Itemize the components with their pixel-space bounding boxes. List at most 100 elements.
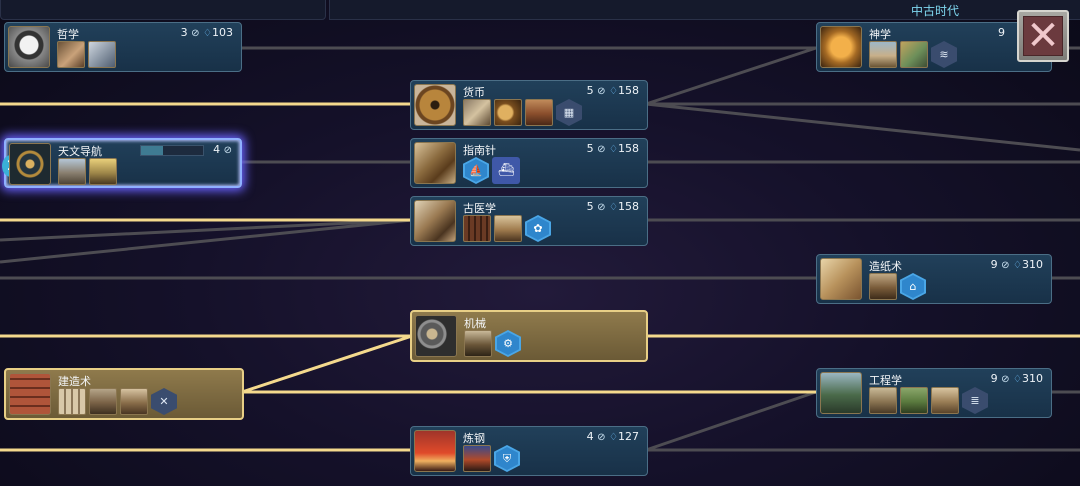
tech-cost: 310 xyxy=(1022,372,1043,385)
tech-cost: 103 xyxy=(212,26,233,39)
tech-turns: 9 xyxy=(998,26,1005,39)
unlock-armor-icon[interactable]: ⛨ xyxy=(494,445,520,472)
tech-node-machinery[interactable]: 机械 ⚙ xyxy=(410,310,648,362)
tech-turns: 5 xyxy=(586,200,594,213)
tech-node-currency[interactable]: 货币 5 ⊘ ♢158 ▦ xyxy=(410,80,648,130)
tech-stats: 4 ⊘ xyxy=(213,143,232,156)
tech-node-paper[interactable]: 造纸术 9 ⊘ ♢310 ⌂ xyxy=(816,254,1052,304)
gold-icon: ♢ xyxy=(1013,374,1022,385)
top-bar-left xyxy=(0,0,326,20)
science-icon: ⊘ xyxy=(191,28,200,39)
tech-cost: 310 xyxy=(1022,258,1043,271)
unlock-storehouse-icon[interactable] xyxy=(525,99,553,126)
science-icon: ⊘ xyxy=(1001,260,1010,271)
tech-stats: 9 ⊘ ♢310 xyxy=(991,258,1043,271)
tech-stats: 4 ⊘ ♢127 xyxy=(587,430,639,443)
unlock-market-icon[interactable] xyxy=(463,99,491,126)
tech-name: 哲学 xyxy=(57,28,79,41)
tech-name: 造纸术 xyxy=(869,260,902,273)
tech-cost: 158 xyxy=(618,142,639,155)
tech-portrait-compass xyxy=(414,142,456,184)
unlock-garden-icon[interactable] xyxy=(900,387,928,414)
unlock-greatwall-icon[interactable]: ≣ xyxy=(962,387,988,414)
tech-portrait-paper xyxy=(820,258,862,300)
tech-stats: 5 ⊘ ♢158 xyxy=(587,84,639,97)
gold-icon: ♢ xyxy=(609,432,618,443)
unlock-observatory-icon[interactable] xyxy=(58,158,86,185)
tech-portrait-currency xyxy=(414,84,456,126)
tech-cost: 127 xyxy=(618,430,639,443)
tech-node-medicine[interactable]: 古医学 5 ⊘ ♢158 ✿ xyxy=(410,196,648,246)
tech-unlocks: ≋ xyxy=(869,41,957,68)
unlock-tower-icon[interactable] xyxy=(869,387,897,414)
unlock-bank-icon[interactable]: ▦ xyxy=(556,99,582,126)
science-icon: ⊘ xyxy=(597,144,606,155)
unlock-harbor-icon[interactable]: ⛵ xyxy=(463,157,489,184)
tech-stats: 9 ⊘ ♢310 xyxy=(991,372,1043,385)
tech-turns: 4 xyxy=(213,143,221,156)
tech-unlocks: ▦ xyxy=(463,99,582,126)
unlock-herb-icon[interactable]: ✿ xyxy=(525,215,551,242)
tech-stats: 5 ⊘ ♢158 xyxy=(587,200,639,213)
unlock-aqueduct-icon[interactable] xyxy=(58,388,86,415)
unlock-ship-icon[interactable]: ⛴ xyxy=(492,157,520,184)
tech-name: 机械 xyxy=(464,317,486,330)
unlock-workshop-icon[interactable] xyxy=(869,273,897,300)
tech-unlocks: ≣ xyxy=(869,387,988,414)
unlock-lighthouse-icon[interactable] xyxy=(89,158,117,185)
gold-icon: ♢ xyxy=(609,144,618,155)
tech-stats: 5 ⊘ ♢158 xyxy=(587,142,639,155)
unlock-windmill-icon[interactable]: ✕ xyxy=(151,388,177,415)
unlock-coins-icon[interactable] xyxy=(494,99,522,126)
tech-cost: 158 xyxy=(618,200,639,213)
tech-turns: 3 xyxy=(180,26,188,39)
science-icon: ⊘ xyxy=(597,202,606,213)
research-progress-fill xyxy=(141,146,163,155)
unlock-pagoda-icon[interactable] xyxy=(869,41,897,68)
close-button[interactable]: ✕ xyxy=(1017,10,1069,62)
unlock-wall-icon[interactable] xyxy=(931,387,959,414)
tech-portrait-philosophy xyxy=(8,26,50,68)
tech-node-celestial-navigation[interactable]: 1 天文导航 4 ⊘ xyxy=(2,138,242,188)
unlock-barracks-icon[interactable] xyxy=(89,388,117,415)
unlock-forge-icon[interactable] xyxy=(463,445,491,472)
tech-portrait-medicine xyxy=(414,200,456,242)
tech-portrait-celestial-navigation xyxy=(9,143,51,185)
tech-name: 神学 xyxy=(869,28,891,41)
tech-node-philosophy[interactable]: 哲学 3 ⊘ ♢103 xyxy=(4,22,242,72)
tech-turns: 9 xyxy=(990,372,998,385)
tech-stats: 9 xyxy=(998,26,1005,39)
tech-portrait-theology xyxy=(820,26,862,68)
tech-name: 天文导航 xyxy=(58,145,102,158)
tech-turns: 4 xyxy=(586,430,594,443)
tech-unlocks: ✿ xyxy=(463,215,551,242)
tech-turns: 9 xyxy=(990,258,998,271)
tech-portrait-engineering xyxy=(820,372,862,414)
unlock-shrine-icon[interactable] xyxy=(900,41,928,68)
unlock-faith-icon[interactable]: ≋ xyxy=(931,41,957,68)
science-icon: ⊘ xyxy=(1001,374,1010,385)
gold-icon: ♢ xyxy=(1013,260,1022,271)
unlock-crossbow-icon[interactable] xyxy=(464,330,492,357)
unlock-gear-icon[interactable]: ⚙ xyxy=(495,330,521,357)
tech-portrait-machinery xyxy=(415,315,457,357)
unlock-building-icon[interactable] xyxy=(88,41,116,68)
tech-node-steel[interactable]: 炼钢 4 ⊘ ♢127 ⛨ xyxy=(410,426,648,476)
unlock-temple-icon[interactable] xyxy=(57,41,85,68)
tech-unlocks: ⛨ xyxy=(463,445,520,472)
tech-unlocks: ✕ xyxy=(58,388,177,415)
unlock-apothecary-icon[interactable] xyxy=(463,215,491,242)
close-icon: ✕ xyxy=(1023,16,1063,56)
tech-cost: 158 xyxy=(618,84,639,97)
tech-node-compass[interactable]: 指南针 5 ⊘ ♢158 ⛵ ⛴ xyxy=(410,138,648,188)
tech-node-construction[interactable]: 建造术 ✕ xyxy=(4,368,244,420)
unlock-colosseum-icon[interactable] xyxy=(120,388,148,415)
tech-name: 指南针 xyxy=(463,144,496,157)
tech-unlocks: ⌂ xyxy=(869,273,926,300)
tech-node-engineering[interactable]: 工程学 9 ⊘ ♢310 ≣ xyxy=(816,368,1052,418)
tech-unlocks xyxy=(58,158,117,185)
unlock-scroll-icon[interactable]: ⌂ xyxy=(900,273,926,300)
science-icon: ⊘ xyxy=(597,432,606,443)
tech-name: 货币 xyxy=(463,86,485,99)
unlock-hall-icon[interactable] xyxy=(494,215,522,242)
